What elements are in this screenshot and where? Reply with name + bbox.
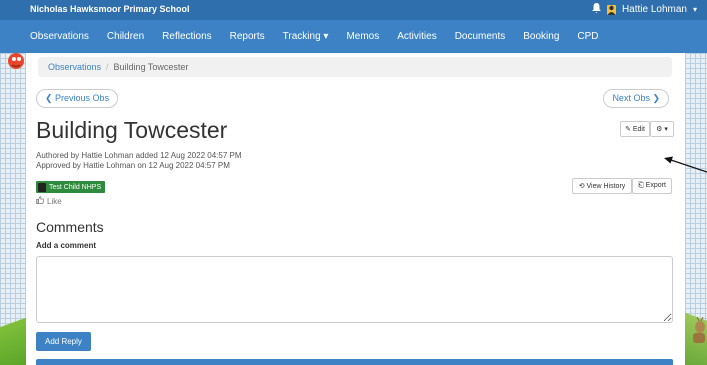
nav-item-tracking[interactable]: Tracking ▾ bbox=[274, 31, 338, 42]
settings-dropdown-button[interactable]: ⚙ ▾ bbox=[650, 121, 674, 137]
breadcrumb: Observations / Building Towcester bbox=[38, 57, 672, 77]
nav-item-booking[interactable]: Booking bbox=[514, 31, 568, 42]
nav-menu: Observations Children Reflections Report… bbox=[30, 20, 608, 53]
child-tag-label: Test Child NHPS bbox=[49, 183, 102, 191]
bell-icon[interactable] bbox=[591, 3, 601, 16]
user-avatar-icon bbox=[606, 4, 616, 15]
breadcrumb-observations-link[interactable]: Observations bbox=[48, 62, 101, 72]
like-button[interactable]: Like bbox=[36, 196, 62, 206]
user-menu[interactable]: Hattie Lohman ▾ bbox=[591, 3, 697, 16]
nav-item-activities[interactable]: Activities bbox=[388, 31, 445, 42]
authored-by-text: Authored by Hattie Lohman added 12 Aug 2… bbox=[36, 151, 242, 160]
add-comment-label: Add a comment bbox=[36, 241, 97, 250]
annotation-arrow-icon bbox=[664, 156, 707, 173]
thumbs-up-icon bbox=[36, 196, 45, 206]
nav-item-reflections[interactable]: Reflections bbox=[153, 31, 220, 42]
view-history-button[interactable]: ⟲ View History bbox=[572, 178, 632, 194]
main-content: Observations / Building Towcester ❮ Prev… bbox=[26, 53, 685, 365]
brand-bar: Nicholas Hawksmoor Primary School Hattie… bbox=[0, 0, 707, 20]
next-section-header bbox=[36, 359, 673, 365]
nav-item-cpd[interactable]: CPD bbox=[568, 31, 607, 42]
edit-button[interactable]: ✎ Edit bbox=[620, 121, 650, 137]
mascot-icon bbox=[8, 53, 24, 69]
export-button[interactable]: ⎗ Export bbox=[632, 178, 672, 194]
comments-heading: Comments bbox=[36, 219, 104, 235]
nav-item-children[interactable]: Children bbox=[98, 31, 153, 42]
child-tag[interactable]: Test Child NHPS bbox=[36, 181, 106, 193]
user-name[interactable]: Hattie Lohman bbox=[622, 4, 687, 15]
add-reply-button[interactable]: Add Reply bbox=[36, 332, 91, 351]
child-avatar-icon bbox=[38, 182, 46, 192]
deer-icon bbox=[693, 317, 705, 343]
previous-obs-button[interactable]: ❮ Previous Obs bbox=[36, 89, 119, 108]
main-navbar: Observations Children Reflections Report… bbox=[0, 20, 707, 53]
school-name[interactable]: Nicholas Hawksmoor Primary School bbox=[30, 4, 190, 14]
grass-decoration-left bbox=[0, 295, 26, 365]
nav-item-memos[interactable]: Memos bbox=[337, 31, 388, 42]
nav-item-reports[interactable]: Reports bbox=[221, 31, 274, 42]
next-obs-button[interactable]: Next Obs ❯ bbox=[603, 89, 669, 108]
breadcrumb-current: Building Towcester bbox=[113, 62, 189, 72]
page-title: Building Towcester bbox=[36, 117, 228, 143]
approved-by-text: Approved by Hattie Lohman on 12 Aug 2022… bbox=[36, 161, 230, 170]
comment-textarea[interactable] bbox=[36, 256, 673, 323]
nav-item-observations[interactable]: Observations bbox=[30, 31, 98, 42]
breadcrumb-separator: / bbox=[106, 62, 109, 72]
nav-item-documents[interactable]: Documents bbox=[446, 31, 515, 42]
like-label: Like bbox=[47, 196, 62, 206]
chevron-down-icon[interactable]: ▾ bbox=[693, 5, 697, 14]
